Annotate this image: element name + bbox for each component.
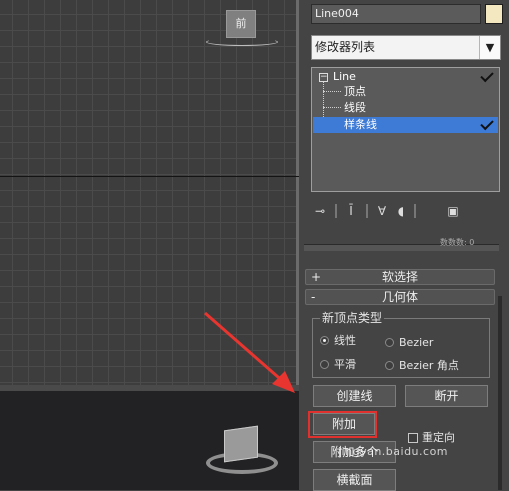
- stack-item-vertex[interactable]: 顶点: [344, 84, 366, 99]
- watermark-text: jingyan.baidu.com: [338, 445, 449, 458]
- cross-section-button[interactable]: 横截面: [313, 469, 396, 491]
- stack-item-line[interactable]: Line: [333, 69, 356, 84]
- stack-item-spline[interactable]: 样条线: [344, 117, 377, 132]
- radio-smooth[interactable]: [320, 360, 329, 369]
- make-unique-icon[interactable]: ∀: [373, 202, 391, 220]
- radio-bezier-corner-label[interactable]: Bezier 角点: [399, 359, 459, 372]
- toolbar-separator: [414, 204, 416, 218]
- radio-bezier-corner[interactable]: [385, 361, 394, 370]
- radio-bezier[interactable]: [385, 338, 394, 347]
- stack-selection-highlight: [313, 117, 498, 133]
- modifier-list-label: 修改器列表: [315, 40, 376, 54]
- reorient-label[interactable]: 重定向: [422, 431, 455, 445]
- collapse-toggle-icon[interactable]: −: [319, 73, 328, 82]
- panel-scrollbar[interactable]: [498, 296, 502, 490]
- show-end-result-icon[interactable]: Ī: [342, 202, 360, 220]
- modifier-list-dropdown[interactable]: 修改器列表 ▼: [311, 35, 501, 60]
- chevron-down-icon[interactable]: ▼: [479, 36, 500, 59]
- break-button[interactable]: 断开: [405, 385, 488, 407]
- modifier-on-icon[interactable]: [480, 68, 494, 83]
- object-name-field[interactable]: Line004: [311, 4, 481, 24]
- pin-stack-icon[interactable]: ⊸: [311, 202, 329, 220]
- tree-line: [323, 91, 341, 92]
- toolbar-separator: [366, 204, 368, 218]
- modifier-stack[interactable]: − Line 顶点 线段 样条线: [311, 67, 500, 192]
- rollout-title: 软选择: [381, 270, 418, 284]
- remove-modifier-icon[interactable]: ◖: [394, 202, 408, 220]
- rollout-soft-selection[interactable]: + 软选择: [305, 269, 495, 285]
- stack-toolbar: ⊸ Ī ∀ ◖ ▣: [311, 202, 471, 220]
- create-line-button[interactable]: 创建线: [313, 385, 396, 407]
- radio-bezier-label[interactable]: Bezier: [399, 336, 433, 349]
- tree-line: [323, 107, 341, 108]
- rollout-title: 几何体: [381, 290, 418, 304]
- stack-item-segment[interactable]: 线段: [344, 100, 366, 115]
- radio-linear[interactable]: [320, 336, 329, 345]
- selection-count-text: 数数数: 0: [440, 238, 475, 247]
- reorient-checkbox[interactable]: [408, 433, 418, 443]
- rollout-geometry[interactable]: - 几何体: [305, 289, 495, 305]
- toolbar-separator: [335, 204, 337, 218]
- configure-sets-icon[interactable]: ▣: [444, 202, 462, 220]
- radio-linear-label[interactable]: 线性: [334, 334, 356, 347]
- radio-smooth-label[interactable]: 平滑: [334, 358, 356, 371]
- attach-highlight-box: [308, 411, 377, 438]
- object-color-swatch[interactable]: [485, 4, 503, 24]
- new-vertex-type-label: 新顶点类型: [320, 311, 385, 325]
